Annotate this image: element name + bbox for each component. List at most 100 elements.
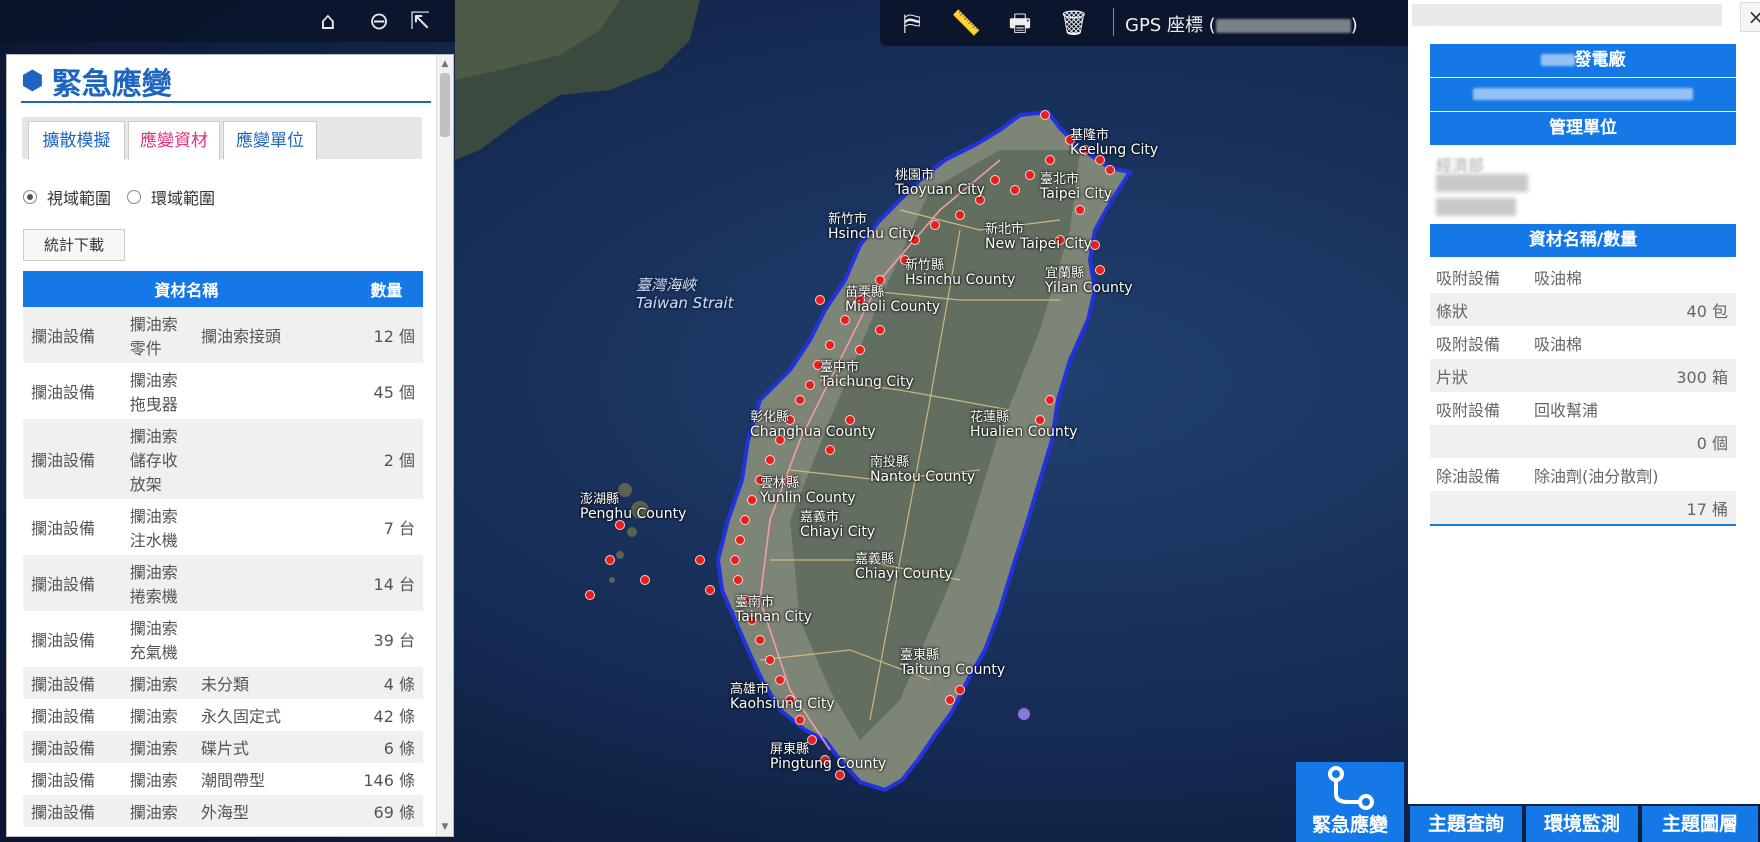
facility-marker[interactable] — [1045, 395, 1055, 405]
table-row[interactable]: 攔油設備 攔油索 潮間帶型 146 條 — [23, 763, 423, 795]
map-marker-icon[interactable]: ⛿ — [896, 7, 928, 39]
place-name-zh: 彰化縣 — [750, 410, 790, 425]
facility-marker[interactable] — [840, 315, 850, 325]
facility-marker[interactable] — [990, 175, 1000, 185]
material-name: 吸油棉 — [1534, 268, 1583, 288]
material-quantity-row: 17 桶 — [1430, 491, 1736, 524]
facility-marker[interactable] — [930, 220, 940, 230]
home-icon[interactable]: ⌂ — [313, 6, 343, 36]
scroll-down-icon[interactable]: ▼ — [437, 820, 453, 834]
table-row[interactable]: 攔油設備 攔油索注水機 7 台 — [23, 499, 423, 555]
facility-marker[interactable] — [733, 575, 743, 585]
facility-materials-list: 吸附設備 吸油棉 條狀 40 包吸附設備 吸油棉 片狀 300 箱吸附設備 回收幫浦 0 個除油… — [1430, 260, 1736, 526]
facility-marker[interactable] — [740, 515, 750, 525]
facility-marker[interactable] — [1040, 110, 1050, 120]
place-name-en: Taoyuan City — [895, 182, 985, 198]
tab-response-materials[interactable]: 應變資材 — [128, 121, 220, 160]
table-row[interactable]: 攔油設備 攔油索 未分類 4 條 — [23, 667, 423, 699]
facility-marker[interactable] — [825, 340, 835, 350]
tab-response-units[interactable]: 應變單位 — [223, 121, 317, 160]
materials-header: 資材名稱/數量 — [1430, 224, 1736, 257]
radio-view-range[interactable] — [23, 190, 37, 204]
stat-download-button[interactable]: 統計下載 — [23, 229, 125, 261]
map-place-label: 雲林縣 Yunlin County — [760, 476, 856, 506]
nav-env-monitor-button[interactable]: 環境監測 — [1526, 806, 1638, 842]
table-cell-quantity: 45 個 — [373, 383, 415, 402]
map-place-label: 新竹市 Hsinchu City — [828, 212, 916, 242]
material-quantity: 17 桶 — [1686, 499, 1728, 519]
facility-marker[interactable] — [605, 555, 615, 565]
material-item-row: 吸附設備 吸油棉 — [1430, 326, 1736, 359]
table-row[interactable]: 攔油設備 攔油索拖曳器 45 個 — [23, 363, 423, 419]
facility-marker[interactable] — [735, 535, 745, 545]
tab-diffusion-simulation[interactable]: 擴散模擬 — [28, 121, 125, 160]
facility-marker[interactable] — [815, 295, 825, 305]
facility-marker[interactable] — [955, 210, 965, 220]
facility-marker[interactable] — [855, 345, 865, 355]
facility-marker[interactable] — [1045, 155, 1055, 165]
table-cell-quantity: 42 條 — [373, 707, 415, 726]
facility-marker[interactable] — [640, 575, 650, 585]
close-icon[interactable]: × — [1740, 2, 1760, 32]
facility-marker[interactable] — [1075, 205, 1085, 215]
facility-marker[interactable] — [765, 455, 775, 465]
scroll-thumb[interactable] — [440, 73, 450, 137]
table-row[interactable]: 攔油設備 攔油索儲存收放架 2 個 — [23, 419, 423, 499]
facility-marker[interactable] — [1010, 185, 1020, 195]
table-row[interactable]: 攔油設備 攔油索充氣機 39 台 — [23, 611, 423, 667]
facility-marker[interactable] — [825, 445, 835, 455]
facility-marker[interactable] — [730, 555, 740, 565]
place-name-en: Taipei City — [1040, 186, 1112, 202]
strait-label: 臺灣海峽 Taiwan Strait — [636, 276, 734, 312]
nav-topic-query-button[interactable]: 主題查詢 — [1410, 806, 1522, 842]
facility-marker[interactable] — [875, 325, 885, 335]
material-spec: 條狀 — [1436, 301, 1469, 321]
facility-marker[interactable] — [875, 275, 885, 285]
facility-marker[interactable] — [805, 380, 815, 390]
table-cell-c1: 攔油設備 — [31, 327, 96, 346]
panel-title: ⬢ 緊急應變 — [21, 61, 431, 103]
table-cell-quantity: 4 條 — [383, 675, 415, 694]
minus-circle-icon[interactable]: ⊖ — [364, 6, 394, 36]
nav-emergency-button[interactable]: 緊急應變 — [1296, 762, 1404, 842]
material-item-row: 吸附設備 回收幫浦 — [1430, 392, 1736, 425]
facility-marker[interactable] — [945, 695, 955, 705]
map-place-label: 臺中市 Taichung City — [820, 360, 914, 390]
place-name-en: Penghu County — [580, 506, 687, 522]
panel-title-text: 緊急應變 — [51, 67, 172, 102]
map-place-label: 臺北市 Taipei City — [1040, 172, 1112, 202]
table-row[interactable]: 攔油設備 攔油索 碟片式 6 條 — [23, 731, 423, 763]
table-row[interactable]: 攔油設備 攔油索 外海型 69 條 — [23, 795, 423, 827]
share-icon[interactable]: ⇱ — [405, 6, 435, 36]
facility-marker[interactable] — [755, 635, 765, 645]
trash-icon[interactable]: 🗑 — [1058, 7, 1090, 39]
facility-marker[interactable] — [1025, 170, 1035, 180]
facility-marker[interactable] — [585, 590, 595, 600]
place-name-en: Keelung City — [1070, 142, 1159, 158]
facility-marker[interactable] — [705, 585, 715, 595]
ruler-icon[interactable]: 📏 — [950, 7, 982, 39]
place-name-en: Taitung County — [900, 662, 1006, 678]
facility-marker[interactable] — [695, 555, 705, 565]
map-place-label: 臺南市 Tainan City — [735, 595, 812, 625]
place-name-en: Changhua County — [750, 424, 876, 440]
table-cell-c2: 攔油索 — [129, 707, 178, 726]
facility-marker[interactable] — [955, 685, 965, 695]
print-icon[interactable]: 🖶 — [1004, 7, 1036, 39]
scroll-up-icon[interactable]: ▲ — [437, 57, 453, 71]
place-name-en: New Taipei City — [985, 236, 1092, 252]
table-row[interactable]: 攔油設備 攔油索捲索機 14 台 — [23, 555, 423, 611]
nav-topic-layers-button[interactable]: 主題圖層 — [1642, 806, 1758, 842]
facility-marker[interactable] — [765, 655, 775, 665]
emergency-panel: ⬢ 緊急應變 擴散模擬 應變資材 應變單位 視域範圍 環域範圍 統計下載 資材名… — [6, 54, 454, 837]
table-row[interactable]: 攔油設備 攔油索 永久固定式 42 條 — [23, 699, 423, 731]
header-quantity: 數量 — [349, 271, 423, 307]
radio-buffer-range[interactable] — [127, 190, 142, 204]
facility-marker[interactable] — [795, 715, 805, 725]
facility-marker[interactable] — [795, 395, 805, 405]
facility-marker[interactable] — [747, 495, 757, 505]
table-cell-quantity: 6 條 — [383, 739, 415, 758]
material-quantity-row: 0 個 — [1430, 425, 1736, 458]
panel-scrollbar[interactable]: ▲ ▼ — [436, 55, 453, 836]
table-row[interactable]: 攔油設備 攔油索零件 攔油索接頭 12 個 — [23, 307, 423, 363]
